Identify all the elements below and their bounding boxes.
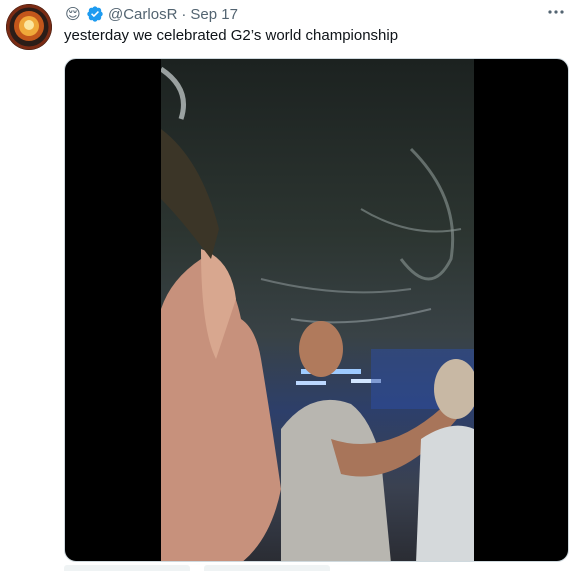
tweet-date[interactable]: Sep 17 (190, 6, 238, 23)
preview-tab (204, 565, 330, 571)
tweet-header: 😌 @CarlosR · Sep 17 (64, 4, 238, 24)
verified-badge-icon (86, 5, 104, 23)
more-options-button[interactable] (545, 2, 567, 22)
ellipsis-icon (548, 10, 564, 14)
author-handle[interactable]: @CarlosR (108, 6, 177, 23)
media-preview-tabs (64, 565, 330, 571)
tweet: 😌 @CarlosR · Sep 17 yesterday we celebra… (0, 0, 585, 571)
preview-tab (64, 565, 190, 571)
relieved-face-emoji: 😌 (65, 6, 81, 23)
video-player[interactable] (64, 58, 569, 562)
tweet-text: yesterday we celebrated G2’s world champ… (64, 27, 399, 44)
separator-dot: · (181, 5, 187, 23)
video-frame (161, 59, 474, 561)
video-still-image (161, 59, 474, 561)
avatar[interactable] (6, 4, 52, 50)
